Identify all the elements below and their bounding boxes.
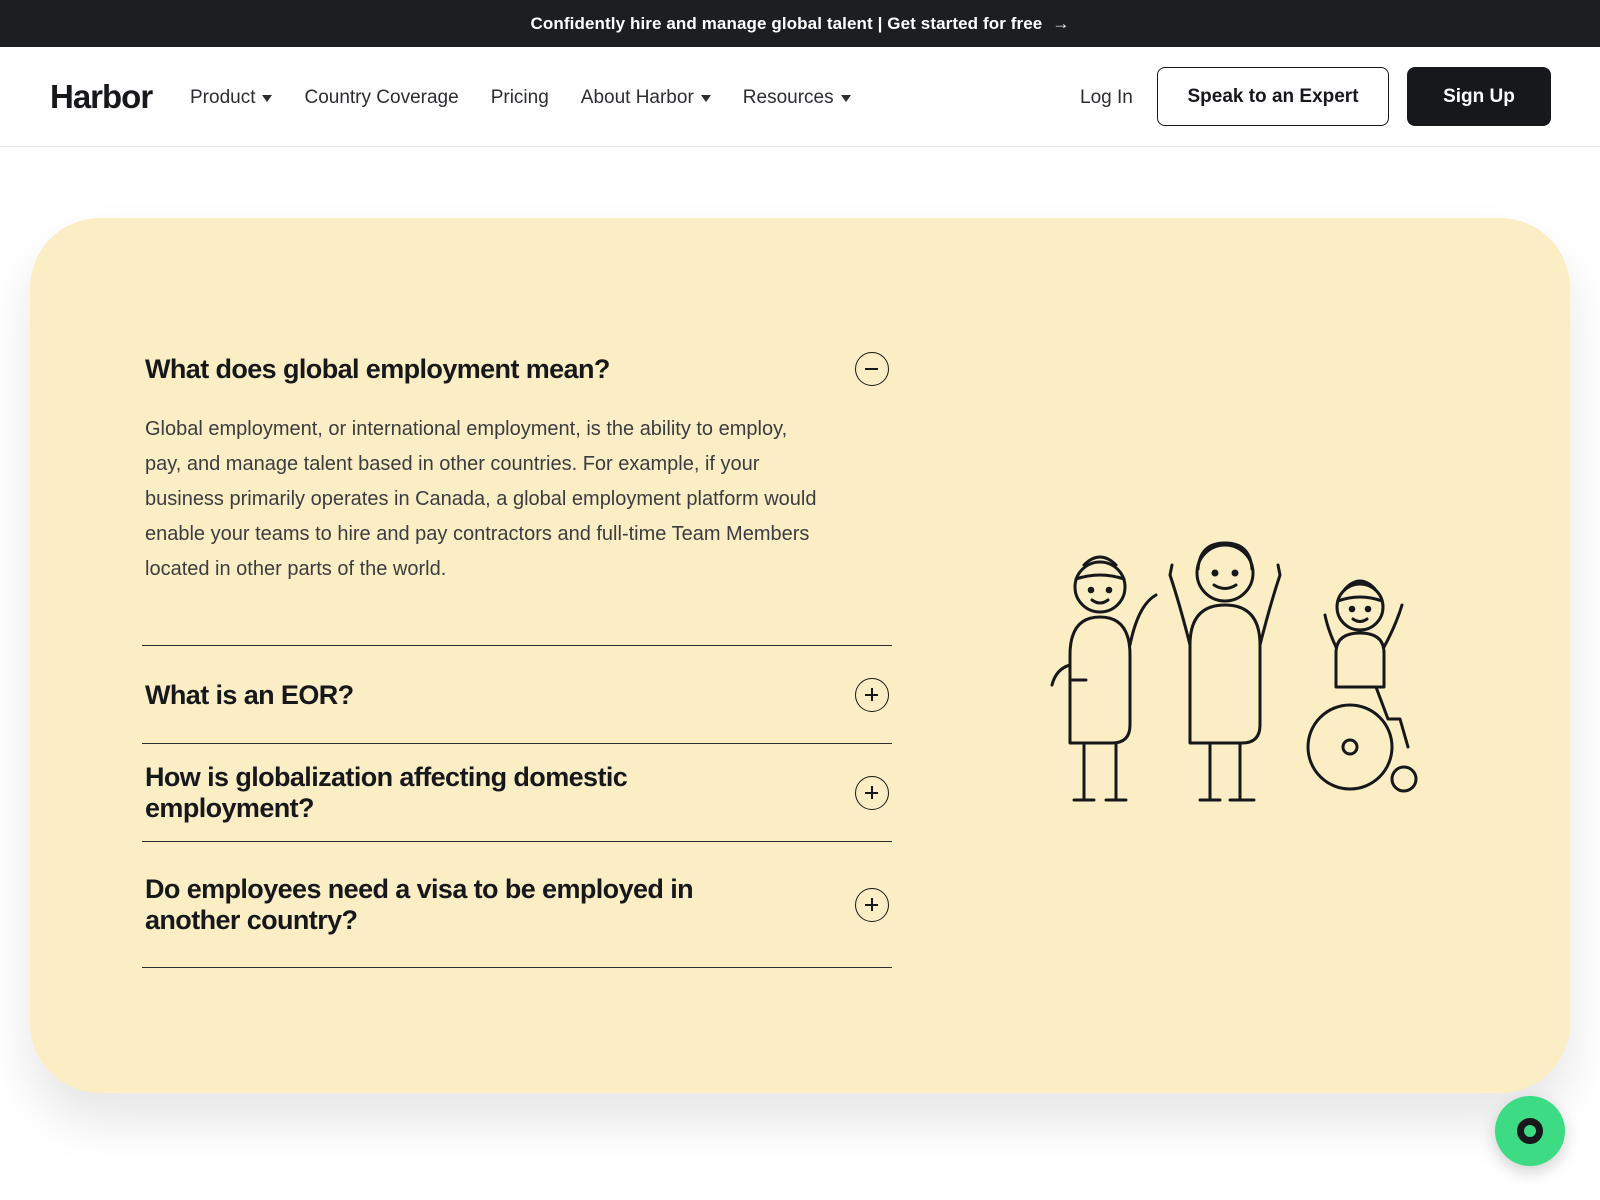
arrow-right-icon: →	[1052, 13, 1070, 33]
faq-item: Do employees need a visa to be employed …	[142, 842, 892, 968]
announcement-bar[interactable]: Confidently hire and manage global talen…	[0, 0, 1600, 47]
chat-launcher-button[interactable]	[1495, 1096, 1565, 1166]
faq-question: What does global employment mean?	[145, 353, 610, 384]
caret-down-icon	[840, 94, 851, 102]
faq-question-toggle[interactable]: What is an EOR?	[142, 646, 892, 744]
person-center-figure	[1168, 541, 1282, 802]
nav-item-pricing[interactable]: Pricing	[491, 87, 549, 109]
faq-question-toggle[interactable]: How is globalization affecting domestic …	[142, 744, 892, 842]
nav-item-product[interactable]: Product	[190, 87, 273, 109]
faq-answer: Global employment, or international empl…	[145, 418, 817, 580]
people-celebrating-illustration	[1050, 541, 1418, 802]
plus-circle-icon[interactable]	[855, 678, 889, 712]
speak-to-expert-button[interactable]: Speak to an Expert	[1157, 67, 1389, 126]
plus-circle-icon[interactable]	[855, 888, 889, 922]
faq-question: Do employees need a visa to be employed …	[145, 874, 694, 935]
announcement-text[interactable]: Confidently hire and manage global talen…	[531, 14, 1043, 34]
nav-item-label: Country Coverage	[304, 87, 459, 108]
minus-circle-icon[interactable]	[855, 352, 889, 386]
nav-item-country-coverage[interactable]: Country Coverage	[304, 87, 458, 109]
nav-item-label: Resources	[742, 87, 834, 108]
nav-item-label: Pricing	[490, 87, 549, 108]
chat-icon	[1517, 1118, 1543, 1144]
caret-down-icon	[262, 94, 273, 102]
harbor-logo[interactable]: Harbor	[50, 78, 153, 116]
faq-question-toggle[interactable]: Do employees need a visa to be employed …	[142, 842, 892, 968]
faq-question: How is globalization affecting domestic …	[145, 762, 628, 823]
caret-down-icon	[700, 94, 711, 102]
sign-up-button[interactable]: Sign Up	[1407, 67, 1551, 126]
faq-question: What is an EOR?	[145, 679, 354, 710]
main-navigation: Harbor Product Country Coverage Pricing …	[0, 47, 1600, 147]
nav-links: Product Country Coverage Pricing About H…	[190, 87, 883, 109]
person-left-figure	[1050, 555, 1158, 802]
faq-question-toggle[interactable]: What does global employment mean?	[142, 346, 892, 392]
nav-item-label: Product	[190, 87, 256, 108]
nav-item-label: About Harbor	[580, 87, 694, 108]
faq-item: What does global employment mean? Global…	[142, 346, 892, 646]
nav-item-resources[interactable]: Resources	[743, 87, 851, 109]
faq-accordion: What does global employment mean? Global…	[142, 346, 892, 968]
faq-item: What is an EOR?	[142, 646, 892, 744]
person-wheelchair-figure	[1306, 579, 1418, 793]
plus-circle-icon[interactable]	[855, 776, 889, 810]
login-link[interactable]: Log In	[1080, 87, 1133, 109]
nav-item-about-harbor[interactable]: About Harbor	[581, 87, 711, 109]
faq-item: How is globalization affecting domestic …	[142, 744, 892, 842]
